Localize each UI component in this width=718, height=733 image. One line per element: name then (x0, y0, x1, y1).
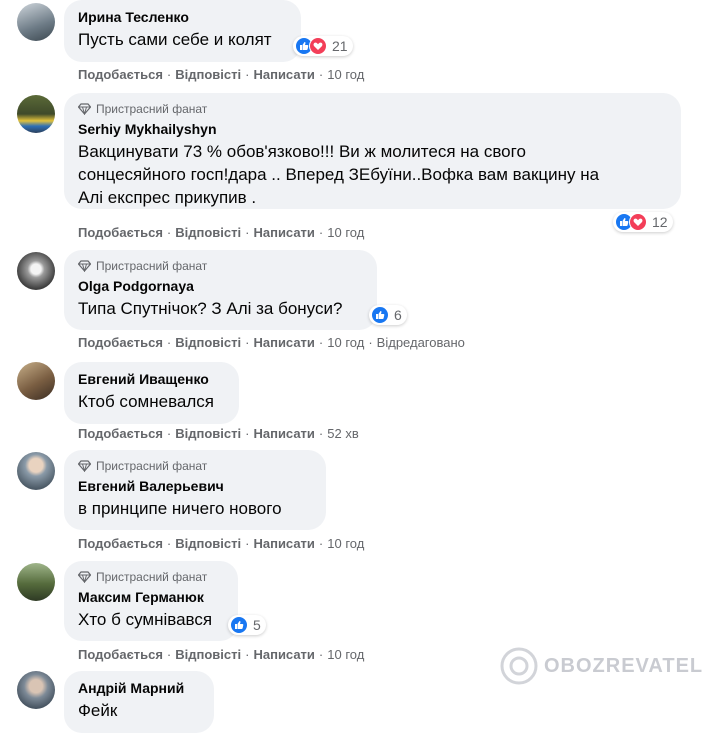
write-button[interactable]: Написати (253, 426, 314, 441)
comment-bubble: Пристрасний фанат Serhiy Mykhailyshyn Ва… (64, 93, 681, 209)
comment-timestamp[interactable]: 10 год (327, 225, 364, 240)
comment-actions: Подобається · Відповісті · Написати · 10 год · В… (78, 335, 465, 350)
comment-timestamp[interactable]: 10 год (327, 536, 364, 551)
comment-bubble: Андрій Марний Фейк (64, 671, 214, 733)
write-button[interactable]: Написати (253, 335, 314, 350)
reaction-count: 6 (394, 307, 402, 323)
comment-actions: Подобається · Відповісті · Написати · 10 год (78, 225, 365, 240)
comment-actions: Подобається · Відповісті · Написати · 10 год (78, 67, 365, 82)
like-reaction-icon (371, 306, 389, 324)
comment-bubble: Пристрасний фанат Olga Podgornaya Типа С… (64, 250, 377, 330)
diamond-icon (78, 103, 91, 115)
comment-text: Хто б сумнівався (78, 610, 213, 629)
reaction-count: 21 (332, 38, 348, 54)
diamond-icon (78, 460, 91, 472)
comment-author[interactable]: Евгений Валерьевич (78, 477, 314, 495)
reply-button[interactable]: Відповісті (175, 647, 241, 662)
top-fan-badge[interactable]: Пристрасний фанат (78, 101, 669, 117)
reactions-summary[interactable]: 5 (228, 615, 266, 635)
reactions-summary[interactable]: 21 (293, 36, 353, 56)
comment-actions: Подобається · Відповісті · Написати · 10 год (78, 536, 365, 551)
avatar[interactable] (17, 252, 55, 290)
avatar[interactable] (17, 452, 55, 490)
avatar[interactable] (17, 95, 55, 133)
comment-text: Вакцинувати 73 % обов'язково!!! Ви ж мол… (78, 142, 600, 207)
like-button[interactable]: Подобається (78, 67, 163, 82)
comment-bubble: Пристрасний фанат Максим Германюк Хто б … (64, 561, 238, 641)
like-button[interactable]: Подобається (78, 536, 163, 551)
reactions-summary[interactable]: 12 (613, 212, 673, 232)
reply-button[interactable]: Відповісті (175, 67, 241, 82)
edited-label[interactable]: Відредаговано (377, 335, 465, 350)
like-button[interactable]: Подобається (78, 335, 163, 350)
comment-text: в принципе ничего нового (78, 499, 282, 518)
reply-button[interactable]: Відповісті (175, 225, 241, 240)
top-fan-badge[interactable]: Пристрасний фанат (78, 569, 226, 585)
watermark: OBOZREVATEL (500, 647, 703, 685)
love-reaction-icon (629, 213, 647, 231)
comment-text: Фейк (78, 701, 118, 720)
avatar[interactable] (17, 3, 55, 41)
comment-actions: Подобається · Відповісті · Написати · 10 год (78, 647, 365, 662)
like-button[interactable]: Подобається (78, 647, 163, 662)
write-button[interactable]: Написати (253, 647, 314, 662)
like-reaction-icon (230, 616, 248, 634)
reply-button[interactable]: Відповісті (175, 426, 241, 441)
comment-text: Типа Спутнічок? З Алі за бонуси? (78, 299, 343, 318)
comment-text: Ктоб сомневался (78, 392, 215, 411)
comment-author[interactable]: Андрій Марний (78, 679, 202, 697)
avatar[interactable] (17, 362, 55, 400)
write-button[interactable]: Написати (253, 536, 314, 551)
reaction-count: 5 (253, 617, 261, 633)
avatar[interactable] (17, 671, 55, 709)
diamond-icon (78, 571, 91, 583)
top-fan-badge[interactable]: Пристрасний фанат (78, 458, 314, 474)
reaction-count: 12 (652, 214, 668, 230)
comment-author[interactable]: Olga Podgornaya (78, 277, 365, 295)
comment-author[interactable]: Ирина Тесленко (78, 8, 289, 26)
comment-bubble: Ирина Тесленко Пусть сами себе и колят (64, 0, 301, 62)
top-fan-badge[interactable]: Пристрасний фанат (78, 258, 365, 274)
comment-timestamp[interactable]: 52 хв (327, 426, 358, 441)
comment-author[interactable]: Максим Германюк (78, 588, 226, 606)
comment-author[interactable]: Евгений Иващенко (78, 370, 227, 388)
reply-button[interactable]: Відповісті (175, 536, 241, 551)
comment-bubble: Пристрасний фанат Евгений Валерьевич в п… (64, 450, 326, 530)
comment-actions: Подобається · Відповісті · Написати · 52 хв (78, 426, 359, 441)
comment-bubble: Евгений Иващенко Ктоб сомневался (64, 362, 239, 424)
comment-timestamp[interactable]: 10 год (327, 647, 364, 662)
write-button[interactable]: Написати (253, 67, 314, 82)
write-button[interactable]: Написати (253, 225, 314, 240)
love-reaction-icon (309, 37, 327, 55)
obozrevatel-logo-icon (500, 647, 538, 685)
reactions-summary[interactable]: 6 (369, 305, 407, 325)
like-button[interactable]: Подобається (78, 225, 163, 240)
like-button[interactable]: Подобається (78, 426, 163, 441)
comment-timestamp[interactable]: 10 год (327, 335, 364, 350)
reply-button[interactable]: Відповісті (175, 335, 241, 350)
comment-author[interactable]: Serhiy Mykhailyshyn (78, 120, 669, 138)
diamond-icon (78, 260, 91, 272)
comment-text: Пусть сами себе и колят (78, 30, 272, 49)
comment-timestamp[interactable]: 10 год (327, 67, 364, 82)
avatar[interactable] (17, 563, 55, 601)
